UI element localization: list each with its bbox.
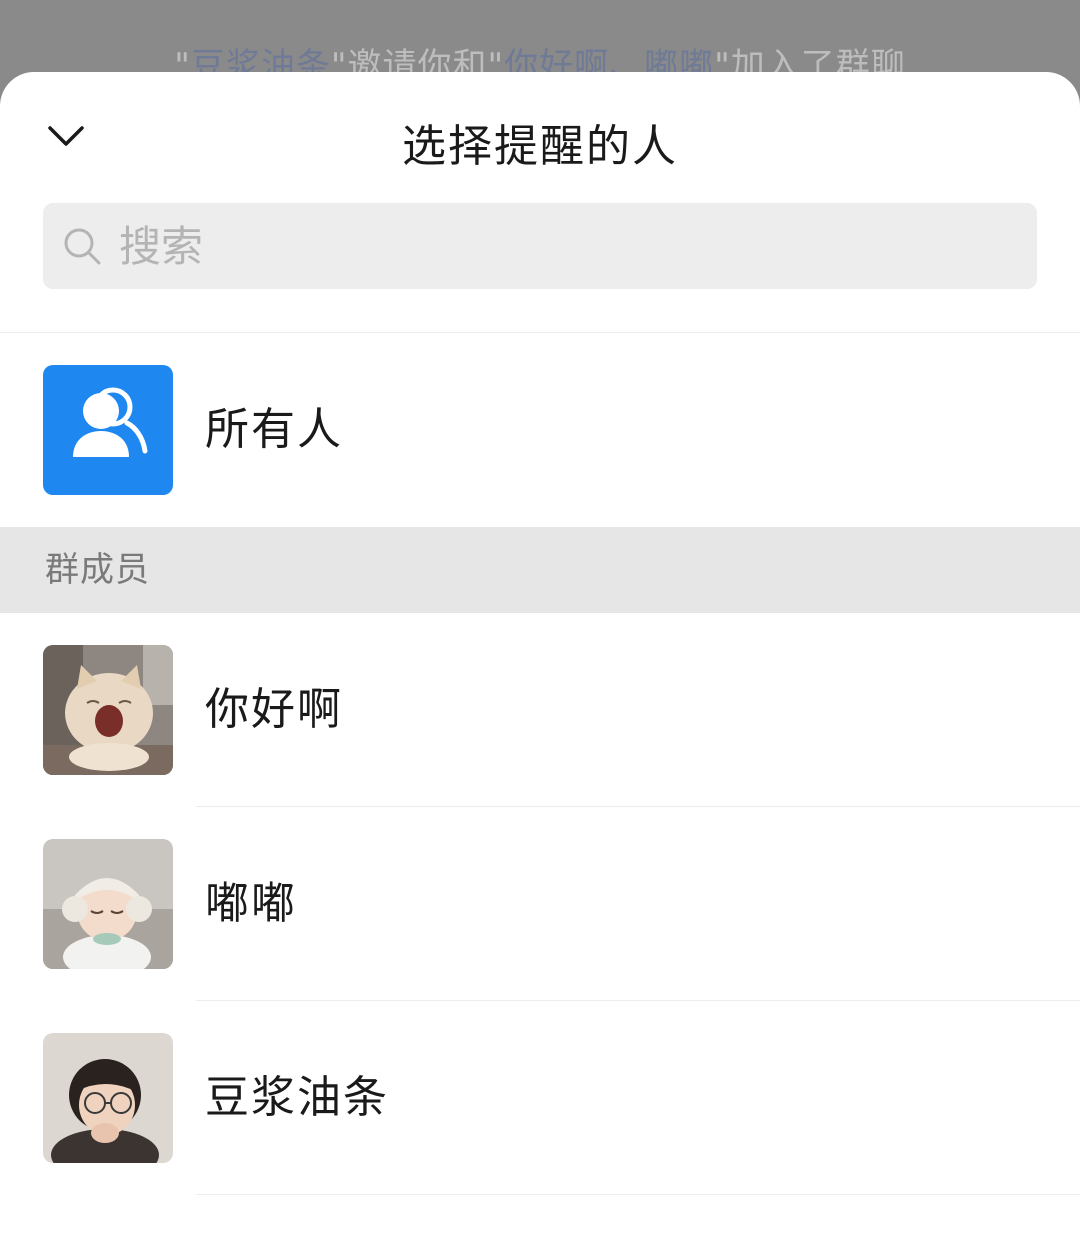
everyone-label: 所有人 [205, 404, 343, 455]
sheet-header: 选择提醒的人 [0, 72, 1080, 202]
divider [196, 1194, 1080, 1195]
member-row[interactable]: 豆浆油条 [0, 1001, 1080, 1195]
avatar [43, 1033, 173, 1163]
mention-everyone-row[interactable]: 所有人 [0, 333, 1080, 527]
page-title: 选择提醒的人 [402, 121, 678, 172]
section-header: 群成员 [0, 527, 1080, 613]
section-label: 群成员 [45, 550, 150, 590]
everyone-avatar [43, 365, 173, 495]
mention-picker-sheet: 选择提醒的人 所有人 群成员 [0, 72, 1080, 1235]
child-earmuffs-photo [43, 839, 173, 969]
member-row[interactable]: 嘟嘟 [0, 807, 1080, 1001]
member-row[interactable]: 你好啊 [0, 613, 1080, 807]
search-bar[interactable] [43, 203, 1037, 289]
group-users-icon [73, 387, 148, 457]
child-glasses-photo [43, 1033, 173, 1163]
cat-yawning-photo [43, 645, 173, 775]
member-name: 豆浆油条 [205, 1072, 389, 1123]
avatar [43, 645, 173, 775]
avatar [43, 839, 173, 969]
member-name: 你好啊 [205, 684, 343, 735]
search-input[interactable] [119, 203, 1019, 289]
search-icon [64, 228, 101, 265]
member-name: 嘟嘟 [205, 878, 297, 929]
